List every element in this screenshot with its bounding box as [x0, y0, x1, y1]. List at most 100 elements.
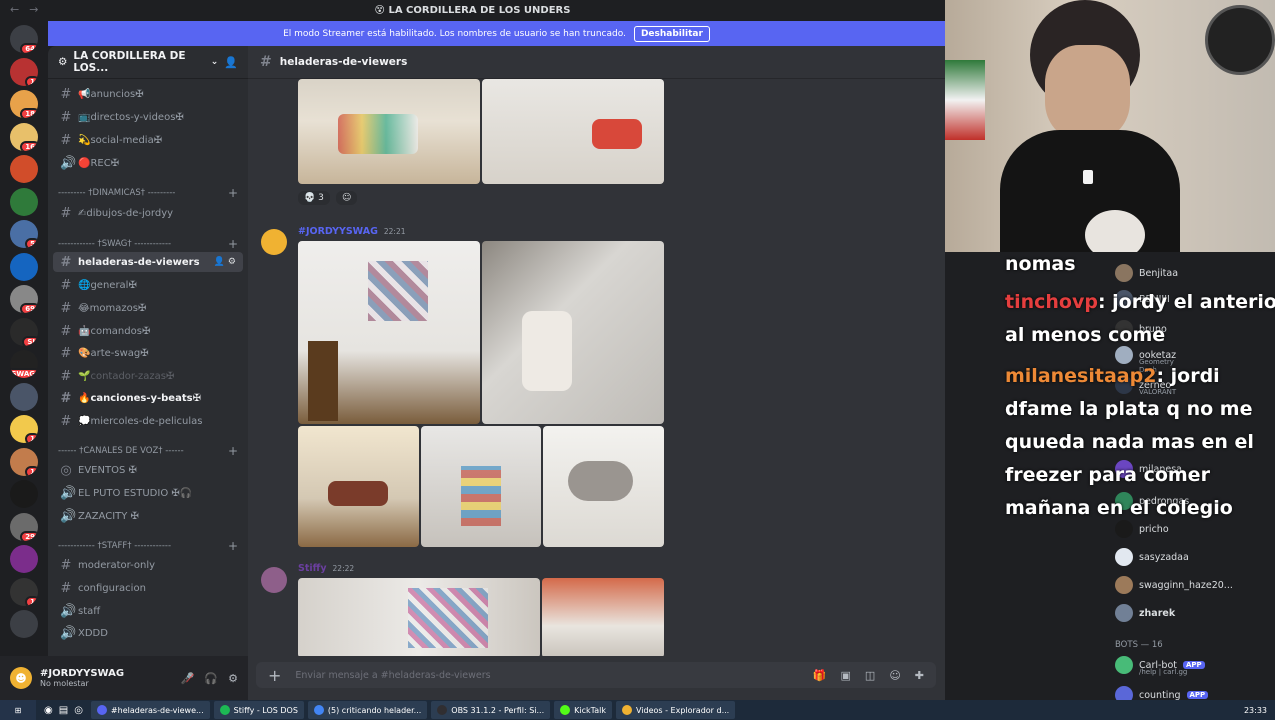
server-icon[interactable]: 5	[10, 220, 38, 248]
add-channel-icon[interactable]: +	[228, 444, 238, 458]
taskbar-window[interactable]: (5) criticando helader...	[307, 701, 428, 719]
taskbar-window[interactable]: Stiffy - LOS DOS	[213, 701, 304, 719]
member-item[interactable]: swagginn_haze20...	[1115, 576, 1233, 594]
channel-item[interactable]: 🔊 XDDD	[53, 623, 243, 643]
server-icon[interactable]: SWAG	[10, 350, 38, 378]
server-icon[interactable]: 16	[10, 122, 38, 151]
message-author[interactable]: #JORDYYSWAG	[298, 226, 378, 237]
add-channel-icon[interactable]: +	[228, 186, 238, 200]
channel-item[interactable]: # 😂momazos✠	[53, 298, 243, 318]
channel-item[interactable]: # 💭miercoles-de-peliculas	[53, 411, 243, 431]
channel-title: heladeras-de-viewers	[279, 56, 408, 68]
server-icon[interactable]	[10, 155, 38, 183]
add-channel-icon[interactable]: +	[228, 539, 238, 553]
channel-settings-icon[interactable]: 👤 ⚙	[214, 257, 236, 267]
member-item[interactable]: sasyzadaa	[1115, 548, 1189, 566]
disable-streamer-button[interactable]: Deshabilitar	[633, 25, 710, 42]
gift-icon[interactable]: 🎁	[813, 669, 827, 682]
channel-item[interactable]: ◎ EVENTOS ✠	[53, 460, 243, 480]
headphones-icon[interactable]: 🎧	[204, 672, 218, 685]
server-icon[interactable]: 69	[10, 285, 38, 313]
fridge-photo[interactable]	[543, 426, 664, 547]
server-icon[interactable]	[10, 545, 38, 573]
server-icon[interactable]: SI	[10, 317, 38, 346]
server-icon[interactable]: 64	[10, 25, 38, 53]
channel-category[interactable]: --------- †DINAMICAS† --------- +	[58, 186, 238, 200]
add-member-icon[interactable]: 👤	[224, 56, 238, 69]
message-author[interactable]: Stiffy	[298, 563, 327, 574]
browser-icon[interactable]: ◉	[44, 705, 53, 716]
emoji-icon[interactable]: ☺	[889, 669, 900, 682]
server-icon[interactable]: 1	[10, 415, 38, 443]
server-icon[interactable]: 29	[10, 512, 38, 541]
fridge-photo[interactable]	[421, 426, 541, 547]
channel-item[interactable]: # 📺directos-y-videos✠	[53, 107, 243, 127]
member-item[interactable]: Benjitaa	[1115, 264, 1178, 282]
channel-item[interactable]: # 📢anuncios✠	[53, 84, 243, 104]
taskbar-window[interactable]: OBS 31.1.2 - Perfil: Si...	[431, 701, 551, 719]
author-avatar[interactable]	[261, 567, 287, 593]
mic-muted-icon[interactable]: 🎤̸	[181, 672, 195, 685]
fridge-photo[interactable]	[482, 79, 664, 184]
channel-item[interactable]: 🔊 ZAZACITY ✠	[53, 506, 243, 526]
server-icon[interactable]	[10, 480, 38, 508]
add-channel-icon[interactable]: +	[228, 237, 238, 251]
channel-item[interactable]: # ✍dibujos-de-jordyy	[53, 203, 243, 223]
channel-label: XDDD	[78, 627, 108, 639]
user-avatar[interactable]: ☻	[10, 667, 32, 689]
channel-category[interactable]: ------------ †SWAG† ------------ +	[58, 237, 238, 251]
sticker-icon[interactable]: ◫	[865, 669, 875, 682]
channel-item[interactable]: # 🤖comandos✠	[53, 321, 243, 341]
server-icon[interactable]: 1	[10, 577, 38, 606]
server-icon[interactable]	[10, 382, 38, 411]
reaction-skull[interactable]: 💀 3	[298, 191, 330, 205]
fridge-photo[interactable]	[298, 426, 419, 547]
server-header[interactable]: ⚙ LA CORDILLERA DE LOS... ⌄ 👤	[48, 46, 248, 79]
hash-icon: #	[60, 277, 72, 293]
fridge-photo[interactable]	[298, 578, 540, 656]
channel-item[interactable]: # 🌱contador-zazas✠	[53, 366, 243, 386]
bot-item[interactable]: Carl-bot APP/help | carl.gg	[1115, 656, 1205, 676]
channel-item[interactable]: # 🎨arte-swag✠	[53, 343, 243, 363]
server-icon[interactable]	[10, 252, 38, 281]
message-composer[interactable]: + Enviar mensaje a #heladeras-de-viewers…	[256, 662, 936, 688]
fridge-photo[interactable]	[298, 241, 480, 424]
channel-item[interactable]: 🔊 staff	[53, 601, 243, 621]
taskbar-window[interactable]: Videos - Explorador d...	[615, 701, 736, 719]
gif-icon[interactable]: ▣	[841, 669, 851, 682]
taskbar-window[interactable]: KickTalk	[554, 701, 612, 719]
folder-icon[interactable]: ▤	[59, 705, 68, 716]
channel-item[interactable]: # 💫social-media✠	[53, 130, 243, 150]
server-icon[interactable]	[10, 610, 38, 638]
fridge-photo[interactable]	[298, 79, 480, 184]
settings-gear-icon[interactable]: ⚙	[228, 672, 238, 685]
channel-item[interactable]: # configuracion	[53, 578, 243, 598]
channel-item[interactable]: 🔊 🔴REC✠	[53, 153, 243, 173]
channel-item[interactable]: # 🌐general✠	[53, 275, 243, 295]
attach-plus-icon[interactable]: +	[268, 666, 281, 685]
fridge-photo[interactable]	[542, 578, 664, 656]
channel-item[interactable]: # moderator-only	[53, 555, 243, 575]
server-icon[interactable]: 1	[10, 447, 38, 476]
chrome-icon[interactable]: ◎	[74, 705, 83, 716]
channel-category[interactable]: ------------ †STAFF† ------------ +	[58, 539, 238, 553]
start-button[interactable]: ⊞	[0, 700, 36, 720]
taskbar-window[interactable]: #heladeras-de-viewe...	[90, 701, 210, 719]
channel-item[interactable]: 🔊 EL PUTO ESTUDIO ✠🎧	[53, 483, 243, 503]
composer-placeholder: Enviar mensaje a #heladeras-de-viewers	[295, 669, 491, 681]
message-feed[interactable]: 💀 3 ☺ #JORDYYSWAG 22:21 Stiffy 22:22	[248, 79, 945, 656]
channel-item[interactable]: # 🔥canciones-y-beats✠	[53, 388, 243, 408]
channel-category[interactable]: ------ †CANALES DE VOZ† ------ +	[58, 444, 238, 458]
fridge-photo[interactable]	[482, 241, 664, 424]
apps-icon[interactable]: ✚	[915, 669, 924, 682]
taskbar-clock[interactable]: 23:33	[1244, 706, 1275, 715]
notification-badge: 16	[20, 140, 38, 151]
add-reaction-icon[interactable]: ☺	[336, 191, 358, 205]
server-icon[interactable]: 18	[10, 90, 38, 118]
member-item[interactable]: zharek	[1115, 604, 1175, 622]
server-icon[interactable]: 1	[10, 57, 38, 86]
author-avatar[interactable]	[261, 229, 287, 255]
hash-icon: #	[60, 413, 72, 429]
channel-item[interactable]: # heladeras-de-viewers 👤 ⚙	[53, 252, 243, 272]
server-icon[interactable]	[10, 187, 38, 216]
